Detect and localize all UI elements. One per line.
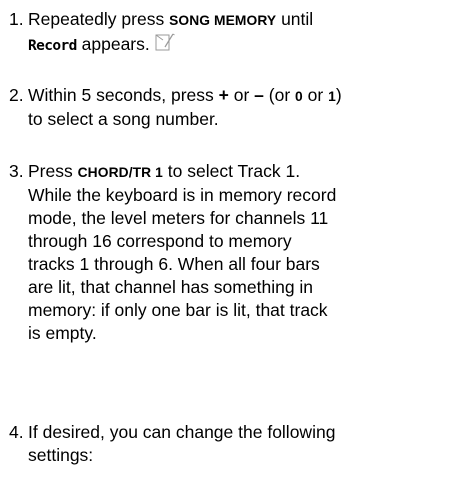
step-text: If desired, you can change the following… — [28, 421, 456, 467]
step-line: While the keyboard is in memory record — [28, 185, 337, 205]
step-line: through 16 correspond to memory — [28, 231, 292, 251]
note-pencil-icon — [154, 32, 176, 52]
minus-key: – — [254, 85, 264, 105]
step-number: 4. — [9, 422, 24, 442]
plus-key: + — [218, 85, 229, 105]
instruction-page: 1. Repeatedly press SONG MEMORY until Re… — [0, 0, 459, 479]
step-text: Within 5 seconds, press + or – (or 0 or … — [28, 84, 456, 131]
step-line: Within 5 seconds, press + or – (or 0 or … — [28, 85, 342, 105]
step-line: memory: if only one bar is lit, that tra… — [28, 300, 328, 320]
chord-tr1-key: CHORD/TR 1 — [77, 165, 163, 180]
song-memory-key: SONG MEMORY — [169, 13, 277, 28]
step-line: to select a song number. — [28, 109, 219, 129]
step-line: tracks 1 through 6. When all four bars — [28, 254, 320, 274]
step-line: Record appears. — [28, 32, 456, 58]
step-line: settings: — [28, 445, 94, 465]
step-text: Press CHORD/TR 1 to select Track 1. Whil… — [28, 160, 456, 345]
step-line: are lit, that channel has something in — [28, 277, 314, 297]
step-line: Repeatedly press SONG MEMORY until — [28, 9, 314, 29]
step-number: 1. — [9, 9, 24, 29]
step-line: Press CHORD/TR 1 to select Track 1. — [28, 161, 301, 181]
one-key: 1 — [328, 89, 336, 104]
step-line: mode, the level meters for channels 11 — [28, 208, 329, 228]
step-line: If desired, you can change the following — [28, 422, 336, 442]
zero-key: 0 — [295, 89, 303, 104]
step-number: 2. — [9, 85, 24, 105]
lcd-display-text: Record — [28, 38, 77, 54]
step-number: 3. — [9, 161, 24, 181]
step-line: is empty. — [28, 323, 97, 343]
step-text: Repeatedly press SONG MEMORY until Recor… — [28, 8, 456, 58]
